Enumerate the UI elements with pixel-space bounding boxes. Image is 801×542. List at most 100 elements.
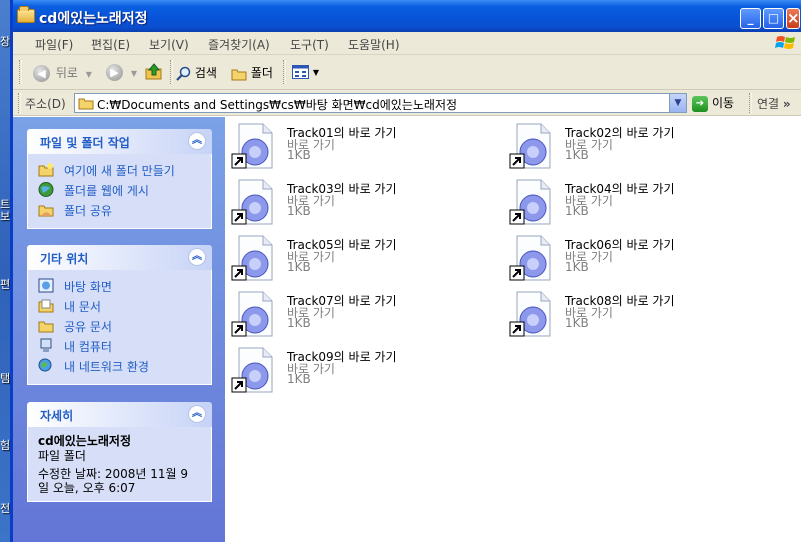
file-item[interactable]: Track08의 바로 가기 바로 가기 1KB (508, 290, 758, 340)
search-button[interactable]: 검색 (176, 64, 217, 81)
audio-shortcut-icon (231, 291, 273, 337)
file-item[interactable]: Track07의 바로 가기 바로 가기 1KB (230, 290, 480, 340)
menu-file[interactable]: 파일(F) (35, 36, 73, 53)
panel-header[interactable]: 파일 및 폴더 작업 ︽ (27, 129, 212, 154)
audio-shortcut-icon (509, 291, 551, 337)
panel-title: 자세히 (40, 409, 74, 423)
close-button[interactable]: × (786, 8, 800, 29)
place-my-documents[interactable]: 내 문서 (38, 296, 203, 316)
file-item[interactable]: Track06의 바로 가기 바로 가기 1KB (508, 234, 758, 284)
search-icon (176, 66, 191, 81)
collapse-chevron-icon[interactable]: ︽ (188, 405, 206, 423)
file-item[interactable]: Track09의 바로 가기 바로 가기 1KB (230, 346, 480, 396)
place-desktop[interactable]: 바탕 화면 (38, 276, 203, 296)
panel-title: 기타 위치 (40, 252, 89, 266)
forward-button[interactable]: ▶ ▼ (106, 64, 137, 81)
menu-tools[interactable]: 도구(T) (290, 36, 329, 53)
go-button[interactable]: ➔ 이동 (692, 94, 734, 112)
search-label: 검색 (194, 66, 217, 80)
toolbar-grip[interactable] (19, 60, 22, 84)
audio-shortcut-icon (231, 347, 273, 393)
folders-button[interactable]: 폴더 (231, 64, 273, 81)
go-label: 이동 (712, 96, 735, 110)
minimize-button[interactable]: _ (740, 8, 761, 29)
task-label: 폴더를 웹에 게시 (64, 184, 149, 198)
place-my-computer[interactable]: 내 컴퓨터 (38, 336, 203, 356)
file-size: 1KB (565, 316, 589, 330)
collapse-chevron-icon[interactable]: ︽ (188, 248, 206, 266)
forward-arrow-icon: ▶ (106, 64, 123, 81)
details-panel: 자세히 ︽ cd에있는노래저정 파일 폴더 수정한 날짜: 2008년 11월 … (27, 402, 212, 502)
file-size: 1KB (287, 148, 311, 162)
task-publish-web[interactable]: 폴더를 웹에 게시 (38, 180, 203, 200)
menu-view[interactable]: 보기(V) (149, 36, 189, 53)
chevron-down-icon: ▼ (85, 70, 92, 79)
my-documents-icon (38, 299, 54, 313)
file-tasks-panel: 파일 및 폴더 작업 ︽ 여기에 새 폴더 만들기 폴더를 웹에 게시 폴더 공… (27, 129, 212, 229)
task-label: 바탕 화면 (64, 280, 112, 294)
panel-body: 바탕 화면 내 문서 공유 문서 내 컴퓨터 내 네트워크 환경 (27, 270, 212, 385)
up-folder-icon[interactable] (145, 63, 163, 81)
folder-icon (17, 6, 35, 23)
publish-web-icon (38, 182, 54, 197)
file-list[interactable]: Track01의 바로 가기 바로 가기 1KB Track02의 바로 가기 … (225, 117, 801, 542)
audio-shortcut-icon (509, 179, 551, 225)
audio-shortcut-icon (231, 179, 273, 225)
place-shared-documents[interactable]: 공유 문서 (38, 316, 203, 336)
file-item[interactable]: Track02의 바로 가기 바로 가기 1KB (508, 122, 758, 172)
title-bar[interactable]: cd에있는노래저정 _ □ × (13, 0, 801, 32)
file-size: 1KB (287, 204, 311, 218)
address-input[interactable]: C:₩Documents and Settings₩cs₩바탕 화면₩cd에있는… (74, 93, 687, 113)
standard-toolbar: ◀ 뒤로 ▼ ▶ ▼ 검색 폴더 ▼ (13, 55, 801, 90)
panel-header[interactable]: 기타 위치 ︽ (27, 245, 212, 270)
menu-favorites[interactable]: 즐겨찾기(A) (208, 36, 270, 53)
detail-folder-name: cd에있는노래저정 (38, 434, 131, 448)
detail-type: 파일 폴더 (38, 449, 86, 463)
task-label: 내 네트워크 환경 (64, 360, 149, 374)
file-item[interactable]: Track04의 바로 가기 바로 가기 1KB (508, 178, 758, 228)
more-chevron-icon: » (782, 97, 791, 111)
my-computer-icon (40, 338, 52, 352)
other-places-panel: 기타 위치 ︽ 바탕 화면 내 문서 공유 문서 내 컴퓨터 내 네트워크 환경 (27, 245, 212, 385)
panel-title: 파일 및 폴더 작업 (40, 136, 130, 150)
task-label: 공유 문서 (64, 320, 112, 334)
file-item[interactable]: Track03의 바로 가기 바로 가기 1KB (230, 178, 480, 228)
toolbar-grip[interactable] (18, 93, 21, 113)
share-folder-icon (38, 205, 54, 217)
file-size: 1KB (565, 148, 589, 162)
panel-header[interactable]: 자세히 ︽ (27, 402, 212, 427)
file-size: 1KB (287, 316, 311, 330)
back-button[interactable]: ◀ 뒤로 ▼ (33, 64, 92, 82)
folders-icon (231, 69, 247, 80)
menu-bar: 파일(F) 편집(E) 보기(V) 즐겨찾기(A) 도구(T) 도움말(H) (13, 32, 801, 55)
menu-edit[interactable]: 편집(E) (91, 36, 130, 53)
menu-help[interactable]: 도움말(H) (348, 36, 400, 53)
file-item[interactable]: Track05의 바로 가기 바로 가기 1KB (230, 234, 480, 284)
back-arrow-icon: ◀ (33, 65, 50, 82)
task-label: 여기에 새 폴더 만들기 (64, 164, 175, 178)
task-label: 내 컴퓨터 (64, 340, 112, 354)
collapse-chevron-icon[interactable]: ︽ (188, 132, 206, 150)
shared-documents-icon (38, 321, 54, 333)
task-label: 내 문서 (64, 300, 101, 314)
network-places-icon (38, 358, 52, 372)
folder-icon (78, 98, 94, 110)
views-icon (292, 64, 309, 79)
panel-body: cd에있는노래저정 파일 폴더 수정한 날짜: 2008년 11월 9 일 오늘… (27, 427, 212, 502)
address-bar: 주소(D) C:₩Documents and Settings₩cs₩바탕 화면… (13, 90, 801, 116)
maximize-button[interactable]: □ (763, 8, 784, 29)
views-button[interactable]: ▼ (292, 64, 319, 79)
address-dropdown-button[interactable]: ▼ (669, 94, 686, 112)
links-label: 연결 (757, 97, 780, 111)
windows-logo-icon (775, 36, 795, 49)
links-toolbar[interactable]: 연결 » (757, 95, 791, 112)
file-item[interactable]: Track01의 바로 가기 바로 가기 1KB (230, 122, 480, 172)
task-new-folder[interactable]: 여기에 새 폴더 만들기 (38, 160, 203, 180)
task-pane: 파일 및 폴더 작업 ︽ 여기에 새 폴더 만들기 폴더를 웹에 게시 폴더 공… (13, 117, 225, 542)
window-title: cd에있는노래저정 (39, 11, 148, 27)
detail-modified: 수정한 날짜: 2008년 11월 9 (38, 467, 189, 481)
file-size: 1KB (287, 372, 311, 386)
file-size: 1KB (287, 260, 311, 274)
task-share-folder[interactable]: 폴더 공유 (38, 200, 203, 220)
place-network[interactable]: 내 네트워크 환경 (38, 356, 203, 376)
